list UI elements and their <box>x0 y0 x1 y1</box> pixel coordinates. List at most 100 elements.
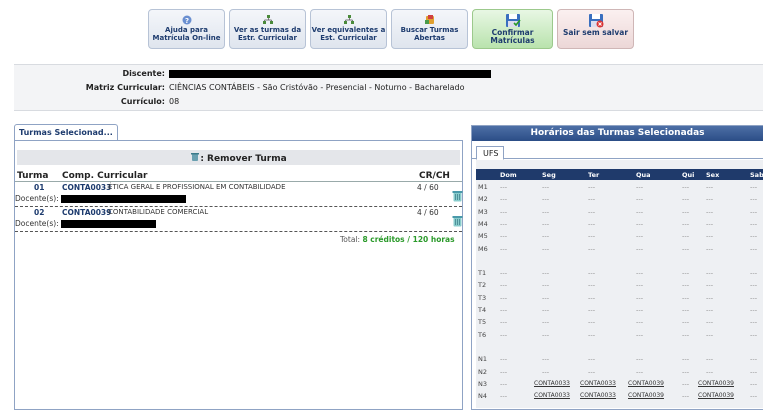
schedule-empty-cell: --- <box>750 195 758 204</box>
schedule-empty-cell: --- <box>588 293 596 302</box>
schedule-empty-cell: --- <box>500 183 508 191</box>
schedule-empty-cell: --- <box>636 318 644 327</box>
schedule-empty-cell: --- <box>706 195 714 204</box>
schedule-empty-cell: --- <box>542 244 550 253</box>
tab-selected-classes[interactable]: Turmas Selecionad... <box>14 124 118 140</box>
schedule-class-link[interactable]: CONTA0039 <box>698 392 734 399</box>
schedule-empty-cell: --- <box>682 183 690 191</box>
schedule-empty-cell: --- <box>750 392 758 401</box>
schedule-empty-cell: --- <box>750 293 758 302</box>
exit-save-icon <box>588 14 603 28</box>
schedule-empty-cell: --- <box>750 219 758 228</box>
confirm-enrollment-label: Confirmar Matrículas <box>490 28 535 45</box>
docente-label: Docente(s): <box>15 219 156 228</box>
schedule-empty-cell: --- <box>682 306 690 314</box>
schedule-empty-cell: --- <box>706 293 714 302</box>
schedule-empty-cell: --- <box>500 392 508 401</box>
row-divider <box>15 231 462 232</box>
credits-hours: 4 / 60 <box>417 208 439 217</box>
schedule-empty-cell: --- <box>500 269 508 278</box>
schedule-empty-cell: --- <box>750 281 758 290</box>
header-crch: CR/CH <box>419 171 450 181</box>
help-icon: ? <box>182 15 191 25</box>
schedule-empty-cell: --- <box>636 293 644 302</box>
schedule-class-link[interactable]: CONTA0033 <box>580 392 616 399</box>
schedule-empty-cell: --- <box>500 355 508 364</box>
schedule-empty-cell: --- <box>682 244 690 253</box>
schedule-empty-cell: --- <box>542 232 550 241</box>
schedule-tabs: UFS <box>472 141 763 160</box>
schedule-empty-cell: --- <box>588 281 596 290</box>
schedule-class-link[interactable]: CONTA0033 <box>534 392 570 399</box>
docente-label: Docente(s): <box>15 194 186 203</box>
schedule-empty-cell: --- <box>636 232 644 241</box>
search-group-icon <box>424 15 434 24</box>
schedule-empty-cell: --- <box>706 330 714 339</box>
exit-without-saving-button[interactable]: Sair sem salvar <box>557 9 634 49</box>
slot-label: T3 <box>478 293 487 302</box>
schedule-empty-cell: --- <box>706 367 714 376</box>
schedule-empty-cell: --- <box>500 281 508 290</box>
remove-trash-icon[interactable] <box>452 215 463 227</box>
student-info: Discente: Matriz Curricular: CIÊNCIAS CO… <box>14 64 763 111</box>
slot-label: M6 <box>478 244 488 253</box>
schedule-class-link[interactable]: CONTA0039 <box>628 380 664 387</box>
day-header-qui: Qui <box>682 171 695 179</box>
curriculo-row: Currículo: 08 <box>14 97 763 109</box>
slot-label: N4 <box>478 392 487 401</box>
schedule-empty-cell: --- <box>542 195 550 204</box>
help-button-label: Ajuda para Matrícula On-line <box>152 26 221 42</box>
curriculo-value: 08 <box>169 97 180 106</box>
schedule-empty-cell: --- <box>542 355 550 364</box>
schedule-empty-cell: --- <box>750 244 758 253</box>
help-button[interactable]: ? Ajuda para Matrícula On-line <box>148 9 225 49</box>
schedule-empty-cell: --- <box>500 318 508 327</box>
confirm-enrollment-button[interactable]: Confirmar Matrículas <box>472 9 553 49</box>
schedule-empty-cell: --- <box>750 330 758 339</box>
schedule-empty-cell: --- <box>636 367 644 376</box>
schedule-empty-cell: --- <box>682 195 690 204</box>
schedule-class-link[interactable]: CONTA0033 <box>534 380 570 387</box>
search-open-classes-button[interactable]: Buscar Turmas Abertas <box>391 9 468 49</box>
view-curriculum-classes-button[interactable]: Ver as turmas da Estr. Curricular <box>229 9 306 49</box>
schedule-empty-cell: --- <box>682 219 690 228</box>
schedule-empty-cell: --- <box>706 318 714 327</box>
schedule-empty-cell: --- <box>588 330 596 339</box>
day-header-dom: Dom <box>500 171 517 179</box>
schedule-empty-cell: --- <box>706 244 714 253</box>
schedule-empty-cell: --- <box>750 269 758 278</box>
tab-ufs[interactable]: UFS <box>476 146 504 160</box>
remove-trash-icon[interactable] <box>452 190 463 202</box>
trash-icon <box>191 153 200 161</box>
view-equivalents-button[interactable]: Ver equivalentes a Est. Curricular <box>310 9 387 49</box>
component-code[interactable]: CONTA0039 <box>62 208 111 217</box>
schedule-empty-cell: --- <box>588 367 596 376</box>
schedule-empty-cell: --- <box>500 207 508 216</box>
schedule-empty-cell: --- <box>636 281 644 290</box>
schedule-empty-cell: --- <box>682 318 690 327</box>
schedule-empty-cell: --- <box>750 355 758 364</box>
component-name: ÉTICA GERAL E PROFISSIONAL EM CONTABILID… <box>108 183 286 191</box>
schedule-class-link[interactable]: CONTA0039 <box>628 392 664 399</box>
schedule-empty-cell: --- <box>750 183 758 191</box>
schedule-empty-cell: --- <box>750 306 758 314</box>
slot-label: M1 <box>478 183 488 191</box>
slot-label: M3 <box>478 207 488 216</box>
schedule-empty-cell: --- <box>706 219 714 228</box>
schedule-class-link[interactable]: CONTA0033 <box>580 380 616 387</box>
schedule-empty-cell: --- <box>636 207 644 216</box>
search-open-classes-label: Buscar Turmas Abertas <box>400 26 459 42</box>
slot-label: N3 <box>478 379 487 388</box>
schedule-empty-cell: --- <box>500 293 508 302</box>
day-header-sex: Sex <box>706 171 720 179</box>
schedule-empty-cell: --- <box>500 306 508 314</box>
component-code[interactable]: CONTA0033 <box>62 183 111 192</box>
slot-label: M2 <box>478 195 488 204</box>
schedule-class-link[interactable]: CONTA0039 <box>698 380 734 387</box>
schedule-empty-cell: --- <box>542 281 550 290</box>
day-header-sab: Sab <box>750 171 763 179</box>
schedule-empty-cell: --- <box>542 269 550 278</box>
header-turma: Turma <box>17 171 49 181</box>
slot-label: T5 <box>478 318 487 327</box>
schedule-empty-cell: --- <box>500 244 508 253</box>
